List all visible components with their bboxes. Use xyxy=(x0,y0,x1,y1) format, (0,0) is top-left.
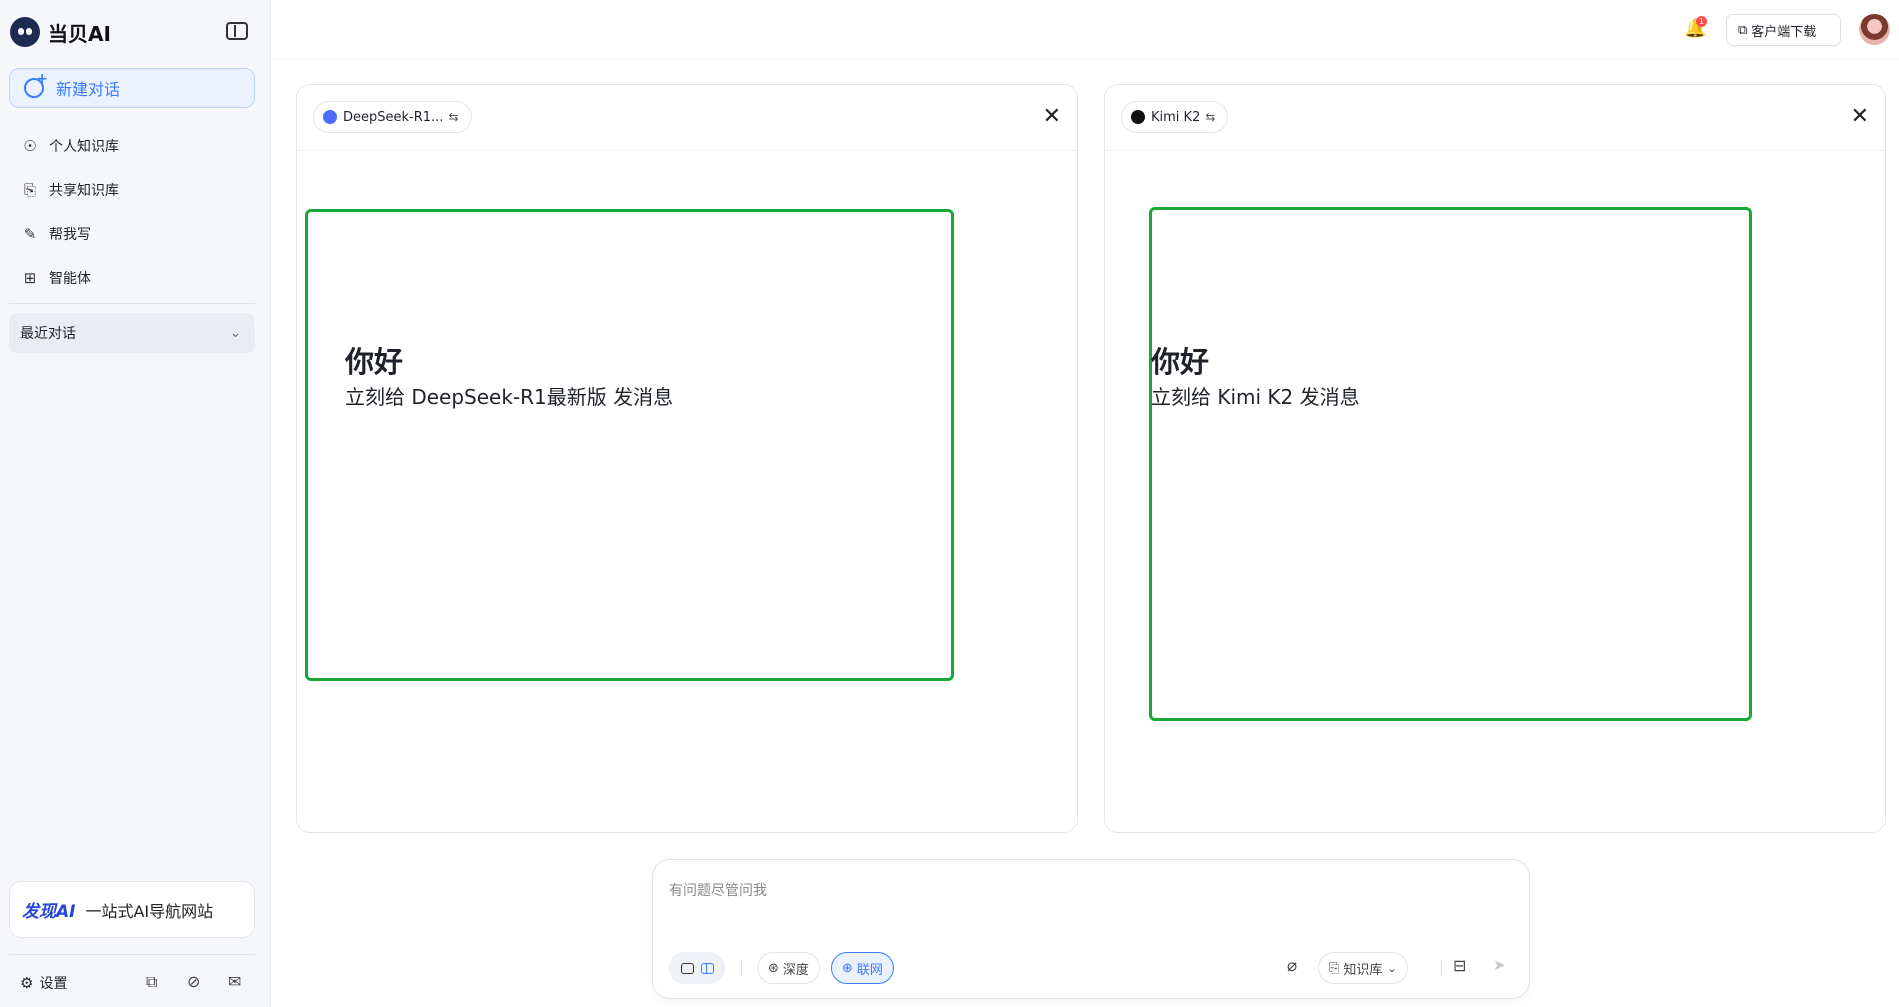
atom-icon: ⊛ xyxy=(768,960,779,976)
brand[interactable]: 当贝AI xyxy=(10,14,111,50)
swap-icon: ⇆ xyxy=(1205,110,1216,124)
promo-logo: 发现AI xyxy=(22,902,76,922)
knowledge-base-select[interactable]: ⎘ 知识库 ⌄ xyxy=(1318,952,1408,984)
shared-folder-icon: ⎘ xyxy=(1329,960,1340,976)
greeting-subtitle: 立刻给 Kimi K2 发消息 xyxy=(1151,385,1360,409)
model-name: DeepSeek-R1... xyxy=(343,109,444,125)
split-view-icon[interactable] xyxy=(700,962,714,974)
sidebar: 当贝AI 新建对话 ☉ 个人知识库 ⎘ 共享知识库 ✎ 帮我写 ⊞ 智能体 最近… xyxy=(0,0,271,1007)
robot-logo-icon xyxy=(10,17,40,47)
recent-chats-label: 最近对话 xyxy=(20,326,76,342)
wechat-icon[interactable]: ✉ xyxy=(228,972,241,991)
paperclip-icon[interactable]: ⌀ xyxy=(1287,956,1297,976)
greeting-title: 你好 xyxy=(1151,345,1210,379)
download-client-button[interactable]: ⧉ 客户端下载 xyxy=(1726,14,1841,46)
kimi-icon xyxy=(1131,110,1145,124)
chat-panel-deepseek: DeepSeek-R1... ⇆ ✕ 你好 立刻给 DeepSeek-R1最新版… xyxy=(296,84,1078,833)
sidebar-divider xyxy=(9,303,255,304)
promo-text: 一站式AI导航网站 xyxy=(85,901,214,921)
toolbar-divider xyxy=(741,960,742,976)
notification-badge: 1 xyxy=(1696,16,1707,27)
sidebar-item-shared-kb[interactable]: ⎘ 共享知识库 xyxy=(9,170,255,210)
model-selector[interactable]: DeepSeek-R1... ⇆ xyxy=(313,101,472,133)
panel-header: DeepSeek-R1... ⇆ ✕ xyxy=(297,85,1077,151)
model-name: Kimi K2 xyxy=(1151,109,1201,125)
send-icon[interactable]: ➤ xyxy=(1493,956,1506,974)
copy-window-icon[interactable]: ⧉ xyxy=(146,972,157,992)
sidebar-item-label: 帮我写 xyxy=(49,227,91,243)
compass-icon[interactable]: ⊘ xyxy=(187,972,200,991)
swap-icon: ⇆ xyxy=(448,110,459,124)
sidebar-item-label: 共享知识库 xyxy=(49,183,119,199)
deep-think-label: 深度 xyxy=(782,962,809,978)
shared-folder-icon: ⎘ xyxy=(23,181,36,199)
globe-icon: ⊕ xyxy=(842,960,853,976)
new-chat-button[interactable]: 新建对话 xyxy=(9,68,255,108)
brand-name: 当贝AI xyxy=(48,21,111,46)
greeting-highlight xyxy=(305,209,954,681)
top-bar xyxy=(272,0,1899,60)
close-icon[interactable]: ✕ xyxy=(1851,105,1869,129)
settings-label: 设置 xyxy=(39,976,68,992)
pen-icon: ✎ xyxy=(23,225,37,243)
layout-toggle[interactable] xyxy=(669,952,725,984)
message-composer: ⊛ 深度 ⊕ 联网 ⌀ ⎘ 知识库 ⌄ ⊟ ➤ xyxy=(652,859,1530,999)
prompt-tool-icon[interactable]: ⊟ xyxy=(1453,956,1466,975)
download-label: 客户端下载 xyxy=(1751,24,1817,40)
promo-banner[interactable]: 发现AI 一站式AI导航网站 xyxy=(9,881,255,938)
new-chat-label: 新建对话 xyxy=(56,80,121,99)
knowledge-base-label: 知识库 xyxy=(1343,962,1383,978)
chat-panel-kimi: Kimi K2 ⇆ ✕ 你好 立刻给 Kimi K2 发消息 xyxy=(1104,84,1886,833)
sidebar-item-label: 智能体 xyxy=(49,271,91,287)
sidebar-collapse-icon[interactable] xyxy=(226,22,248,40)
sidebar-item-label: 个人知识库 xyxy=(49,139,119,155)
sidebar-nav: ☉ 个人知识库 ⎘ 共享知识库 ✎ 帮我写 ⊞ 智能体 xyxy=(9,126,255,302)
chevron-down-icon: ⌄ xyxy=(1387,961,1397,975)
message-input[interactable] xyxy=(669,876,1509,906)
greeting-subtitle: 立刻给 DeepSeek-R1最新版 发消息 xyxy=(345,385,674,409)
gear-icon: ⚙ xyxy=(20,974,34,992)
bulb-icon: ☉ xyxy=(23,137,37,155)
greeting-highlight xyxy=(1149,207,1752,721)
model-selector[interactable]: Kimi K2 ⇆ xyxy=(1121,101,1229,133)
apps-icon: ⊞ xyxy=(23,269,37,287)
download-icon: ⧉ xyxy=(1738,22,1748,38)
close-icon[interactable]: ✕ xyxy=(1043,105,1061,129)
toolbar-divider xyxy=(1441,960,1442,976)
web-search-label: 联网 xyxy=(856,962,883,978)
avatar[interactable] xyxy=(1859,14,1890,45)
sidebar-item-agents[interactable]: ⊞ 智能体 xyxy=(9,258,255,298)
sidebar-divider xyxy=(9,954,255,955)
recent-chats-toggle[interactable]: 最近对话 ⌄ xyxy=(9,313,255,353)
chevron-down-icon: ⌄ xyxy=(230,325,241,341)
deep-think-button[interactable]: ⊛ 深度 xyxy=(757,952,820,984)
greeting-title: 你好 xyxy=(345,345,404,379)
new-chat-icon xyxy=(24,71,48,98)
sidebar-item-write[interactable]: ✎ 帮我写 xyxy=(9,214,255,254)
single-view-icon[interactable] xyxy=(680,962,694,974)
sidebar-item-personal-kb[interactable]: ☉ 个人知识库 xyxy=(9,126,255,166)
panel-header: Kimi K2 ⇆ ✕ xyxy=(1105,85,1885,151)
web-search-button[interactable]: ⊕ 联网 xyxy=(831,952,894,984)
deepseek-icon xyxy=(323,110,337,124)
settings-button[interactable]: ⚙ 设置 xyxy=(20,973,67,993)
